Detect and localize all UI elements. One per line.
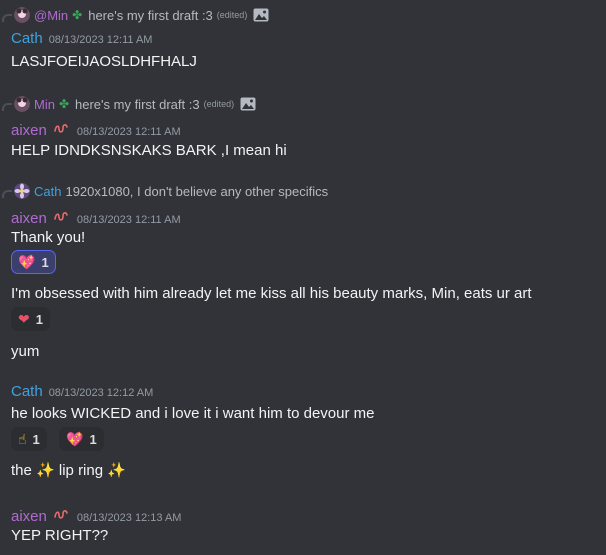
timestamp: 08/13/2023 12:11 AM <box>76 126 181 138</box>
clover-icon: ✤ <box>72 8 83 22</box>
reaction-count: 1 <box>32 431 40 447</box>
message-text: HELP IDNDKSNSKAKS BARK ,I mean hi <box>11 142 287 159</box>
reply-preview[interactable]: Min ✤ here's my first draft :3 (edited) <box>0 94 256 114</box>
sparkles-icon: ✨ <box>36 462 55 479</box>
reaction-button[interactable]: ☝ 1 <box>11 427 47 451</box>
message-text: YEP RIGHT?? <box>11 527 109 544</box>
pointing-up-icon: ☝ <box>18 430 27 447</box>
message-text-end: lip ring <box>58 462 104 479</box>
reply-text: here's my first draft :3 <box>88 7 213 23</box>
message-header: aixen 08/13/2023 12:11 AM <box>11 207 181 227</box>
author-name[interactable]: Cath <box>11 30 43 47</box>
min-avatar-icon <box>14 7 30 23</box>
heart-icon: ❤ <box>18 310 30 327</box>
clover-icon: ✤ <box>58 97 70 111</box>
message-header: aixen 08/13/2023 12:13 AM <box>11 505 181 525</box>
reply-author[interactable]: @Min <box>34 8 68 23</box>
reaction-button[interactable]: 💖 1 <box>11 250 56 274</box>
message-text: he looks WICKED and i love it i want him… <box>11 405 375 422</box>
author-name[interactable]: aixen <box>11 210 47 227</box>
timestamp: 08/13/2023 12:11 AM <box>76 214 181 226</box>
timestamp: 08/13/2023 12:11 AM <box>48 34 153 46</box>
author-name[interactable]: aixen <box>11 508 47 525</box>
timestamp: 08/13/2023 12:12 AM <box>48 387 154 399</box>
chat-log: @Min ✤ here's my first draft :3 (edited)… <box>0 0 606 555</box>
edited-tag: (edited) <box>203 99 235 109</box>
message-text: Thank you! <box>11 229 86 246</box>
reaction-count: 1 <box>35 311 43 327</box>
reply-author[interactable]: Min <box>34 97 55 112</box>
author-name[interactable]: aixen <box>11 122 47 139</box>
timestamp: 08/13/2023 12:13 AM <box>76 512 182 524</box>
reply-text: 1920x1080, I don't believe any other spe… <box>65 183 329 199</box>
message-text-start: the <box>11 462 32 479</box>
reply-preview[interactable]: Cath 1920x1080, I don't believe any othe… <box>0 181 328 201</box>
squiggle-icon <box>54 212 68 221</box>
reply-author[interactable]: Cath <box>34 184 61 199</box>
cath-avatar-icon <box>14 183 30 199</box>
edited-tag: (edited) <box>216 10 248 20</box>
sparkles-icon: ✨ <box>107 462 126 479</box>
author-name[interactable]: Cath <box>11 383 43 400</box>
message-text: LASJFOEIJAOSLDHFHALJ <box>11 53 197 70</box>
message-header: Cath 08/13/2023 12:11 AM <box>11 30 152 47</box>
message-text: I'm obsessed with him already let me kis… <box>11 285 532 302</box>
image-icon <box>253 8 269 22</box>
sparkling-heart-icon: 💖 <box>66 430 84 447</box>
squiggle-icon <box>54 124 68 133</box>
reply-spine <box>2 14 12 22</box>
message-text: the ✨ lip ring ✨ <box>11 461 126 479</box>
min-avatar-icon <box>14 96 30 112</box>
squiggle-icon <box>54 510 68 519</box>
sparkling-heart-icon: 💖 <box>18 253 36 270</box>
reaction-button[interactable]: 💖 1 <box>59 427 104 451</box>
message-header: aixen 08/13/2023 12:11 AM <box>11 119 181 139</box>
message-header: Cath 08/13/2023 12:12 AM <box>11 383 153 400</box>
message-text: yum <box>11 343 40 360</box>
reply-text: here's my first draft :3 <box>75 96 200 112</box>
reaction-button[interactable]: ❤ 1 <box>11 307 50 331</box>
reply-spine <box>2 103 12 111</box>
reply-spine <box>2 190 12 198</box>
image-icon <box>240 97 256 111</box>
reaction-count: 1 <box>41 254 49 270</box>
reply-preview[interactable]: @Min ✤ here's my first draft :3 (edited) <box>0 5 269 25</box>
reaction-count: 1 <box>89 431 97 447</box>
